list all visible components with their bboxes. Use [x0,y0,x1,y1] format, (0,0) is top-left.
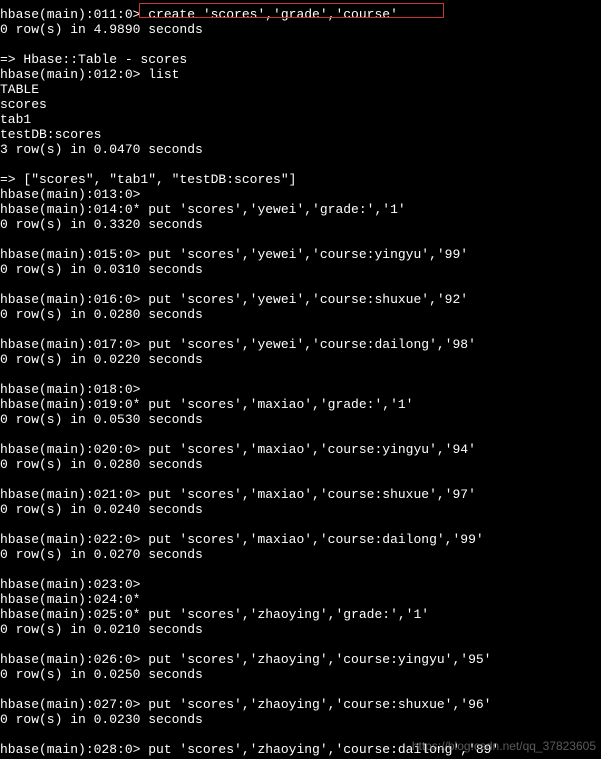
terminal-line [0,427,601,442]
terminal-line: hbase(main):025:0* put 'scores','zhaoyin… [0,607,601,622]
terminal-line: 0 row(s) in 0.0210 seconds [0,622,601,637]
terminal-line [0,367,601,382]
terminal-line: 0 row(s) in 0.0310 seconds [0,262,601,277]
terminal-line [0,277,601,292]
terminal-line [0,232,601,247]
terminal-line [0,472,601,487]
terminal-line: hbase(main):023:0> [0,577,601,592]
terminal-line: scores [0,97,601,112]
terminal-line: 0 row(s) in 0.0240 seconds [0,502,601,517]
terminal-line: hbase(main):017:0> put 'scores','yewei',… [0,337,601,352]
terminal-line: 0 row(s) in 0.0280 seconds [0,457,601,472]
terminal-line: 0 row(s) in 0.3320 seconds [0,217,601,232]
terminal-line: hbase(main):014:0* put 'scores','yewei',… [0,202,601,217]
watermark-text: https://blog.csdn.net/qq_37823605 [412,739,596,754]
terminal-line [0,682,601,697]
terminal-line: hbase(main):026:0> put 'scores','zhaoyin… [0,652,601,667]
terminal-line: TABLE [0,82,601,97]
terminal-line: hbase(main):018:0> [0,382,601,397]
terminal-line: hbase(main):015:0> put 'scores','yewei',… [0,247,601,262]
terminal-line: hbase(main):027:0> put 'scores','zhaoyin… [0,697,601,712]
terminal-line: hbase(main):021:0> put 'scores','maxiao'… [0,487,601,502]
terminal-line: => Hbase::Table - scores [0,52,601,67]
terminal-line: hbase(main):020:0> put 'scores','maxiao'… [0,442,601,457]
terminal-line: hbase(main):011:0> create 'scores','grad… [0,7,601,22]
terminal-line [0,562,601,577]
terminal-line: => ["scores", "tab1", "testDB:scores"] [0,172,601,187]
terminal-line [0,37,601,52]
terminal-line: 0 row(s) in 0.0280 seconds [0,307,601,322]
terminal-line: 0 row(s) in 4.9890 seconds [0,22,601,37]
terminal-line: 0 row(s) in 0.0230 seconds [0,712,601,727]
terminal-line: hbase(main):012:0> list [0,67,601,82]
terminal-line: tab1 [0,112,601,127]
terminal-line: hbase(main):013:0> [0,187,601,202]
terminal-line: hbase(main):024:0* [0,592,601,607]
terminal-line: hbase(main):022:0> put 'scores','maxiao'… [0,532,601,547]
terminal-line: 0 row(s) in 0.0220 seconds [0,352,601,367]
terminal-line [0,517,601,532]
terminal-output[interactable]: hbase(main):011:0> create 'scores','grad… [0,7,601,757]
terminal-line: 3 row(s) in 0.0470 seconds [0,142,601,157]
terminal-line: hbase(main):016:0> put 'scores','yewei',… [0,292,601,307]
terminal-line: 0 row(s) in 0.0270 seconds [0,547,601,562]
terminal-line: 0 row(s) in 0.0250 seconds [0,667,601,682]
terminal-line [0,322,601,337]
terminal-line [0,637,601,652]
terminal-line [0,157,601,172]
terminal-line: 0 row(s) in 0.0530 seconds [0,412,601,427]
terminal-line: testDB:scores [0,127,601,142]
terminal-line: hbase(main):019:0* put 'scores','maxiao'… [0,397,601,412]
